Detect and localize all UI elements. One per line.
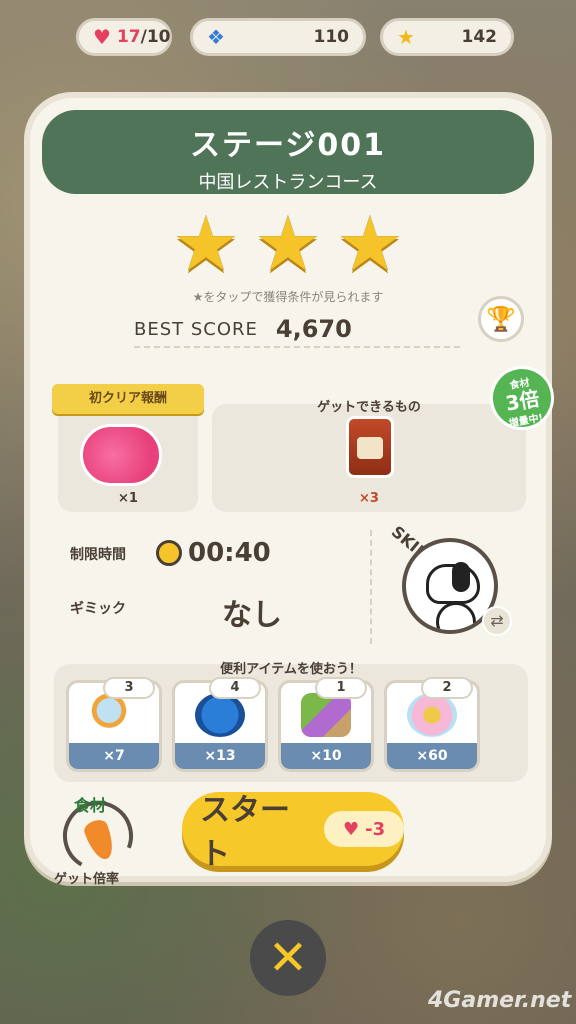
rate-tag: 食材: [74, 796, 107, 815]
swap-icon[interactable]: ⇄: [482, 606, 512, 636]
time-limit-value: 00:40: [188, 538, 271, 568]
stage-panel: ステージ001 中国レストランコース ★ ★ ★ ★をタップで獲得条件が見られま…: [24, 92, 560, 887]
obtainable-label: ゲットできるもの: [317, 400, 421, 415]
snoopy-ear-icon: [452, 562, 470, 592]
item-shuffle[interactable]: 1 ×10: [278, 677, 374, 772]
gimmick-value: なし: [222, 598, 282, 633]
reward-count: ×1: [118, 491, 138, 506]
ingredient-jar-icon: [346, 416, 394, 478]
hearts-current: 17: [116, 27, 141, 47]
item-cost: ×10: [281, 743, 371, 769]
start-label: スタート: [200, 793, 290, 872]
star-hint: ★をタップで獲得条件が見られます: [192, 290, 384, 304]
star-3-icon[interactable]: ★: [334, 206, 406, 282]
close-button[interactable]: ✕: [250, 920, 326, 996]
item-cost: ×60: [387, 743, 477, 769]
star-counter[interactable]: ★ 142: [380, 18, 514, 56]
first-clear-banner: 初クリア報酬: [52, 384, 204, 414]
snoopy-pilot-icon: [195, 693, 245, 737]
star-rating: ★ ★ ★: [30, 206, 546, 282]
woodstock-icon: [407, 693, 457, 737]
star-1-icon[interactable]: ★: [170, 206, 242, 282]
stopwatch-icon: [156, 540, 182, 566]
item-owned: 3: [103, 677, 155, 699]
section-divider: [370, 530, 372, 644]
trophy-icon[interactable]: 🏆: [478, 296, 524, 342]
status-bar: ♥ 17 /10 ❖ 110 ★ 142: [0, 18, 576, 58]
item-snoopy-pilot[interactable]: 4 ×13: [172, 677, 268, 772]
magnifier-icon: [89, 693, 139, 737]
star-icon: ★: [397, 25, 415, 49]
obtainable-count: ×3: [359, 491, 379, 506]
best-score-value: 4,670: [275, 315, 352, 343]
heart-icon: ♥: [342, 818, 360, 840]
heart-icon: ♥: [93, 25, 111, 49]
start-button[interactable]: スタート ♥ -3: [182, 792, 404, 872]
heart-coin-icon: [80, 424, 162, 486]
time-limit-label: 制限時間: [70, 547, 126, 563]
stage-title: ステージ001: [189, 128, 387, 163]
start-cost-value: -3: [365, 818, 386, 840]
best-score: BEST SCORE 4,670: [134, 312, 460, 348]
first-clear-reward[interactable]: 初クリア報酬 ×1: [52, 384, 204, 512]
obtainable-items[interactable]: ゲットできるもの ×3: [212, 400, 526, 512]
shuffle-boxes-icon: [301, 693, 351, 737]
rate-label: ゲット倍率: [54, 872, 120, 887]
best-score-label: BEST SCORE: [134, 318, 258, 340]
item-owned: 2: [421, 677, 473, 699]
paw-counter[interactable]: ❖ 110: [190, 18, 366, 56]
snoopy-body-icon: [436, 602, 476, 630]
gimmick-label: ギミック: [70, 601, 126, 617]
item-cost: ×7: [69, 743, 159, 769]
item-owned: 1: [315, 677, 367, 699]
item-cost: ×13: [175, 743, 265, 769]
star-value: 142: [461, 27, 498, 47]
start-cost: ♥ -3: [324, 811, 404, 847]
star-2-icon[interactable]: ★: [252, 206, 324, 282]
stage-header: ステージ001 中国レストランコース: [42, 110, 534, 194]
hearts-max: /10: [140, 27, 171, 47]
item-owned: 4: [209, 677, 261, 699]
item-magnifier[interactable]: 3 ×7: [66, 677, 162, 772]
hearts-counter[interactable]: ♥ 17 /10: [76, 18, 172, 56]
paw-value: 110: [313, 27, 350, 47]
helper-items: 便利アイテムを使おう！ 3 ×7 4 ×13 1 ×10 2 ×60: [54, 662, 528, 782]
stage-subtitle: 中国レストランコース: [198, 172, 378, 193]
watermark: 4Gamer.net: [428, 988, 572, 1013]
item-woodstock[interactable]: 2 ×60: [384, 677, 480, 772]
helper-items-title: 便利アイテムを使おう！: [220, 662, 362, 677]
paw-icon: ❖: [207, 25, 225, 49]
